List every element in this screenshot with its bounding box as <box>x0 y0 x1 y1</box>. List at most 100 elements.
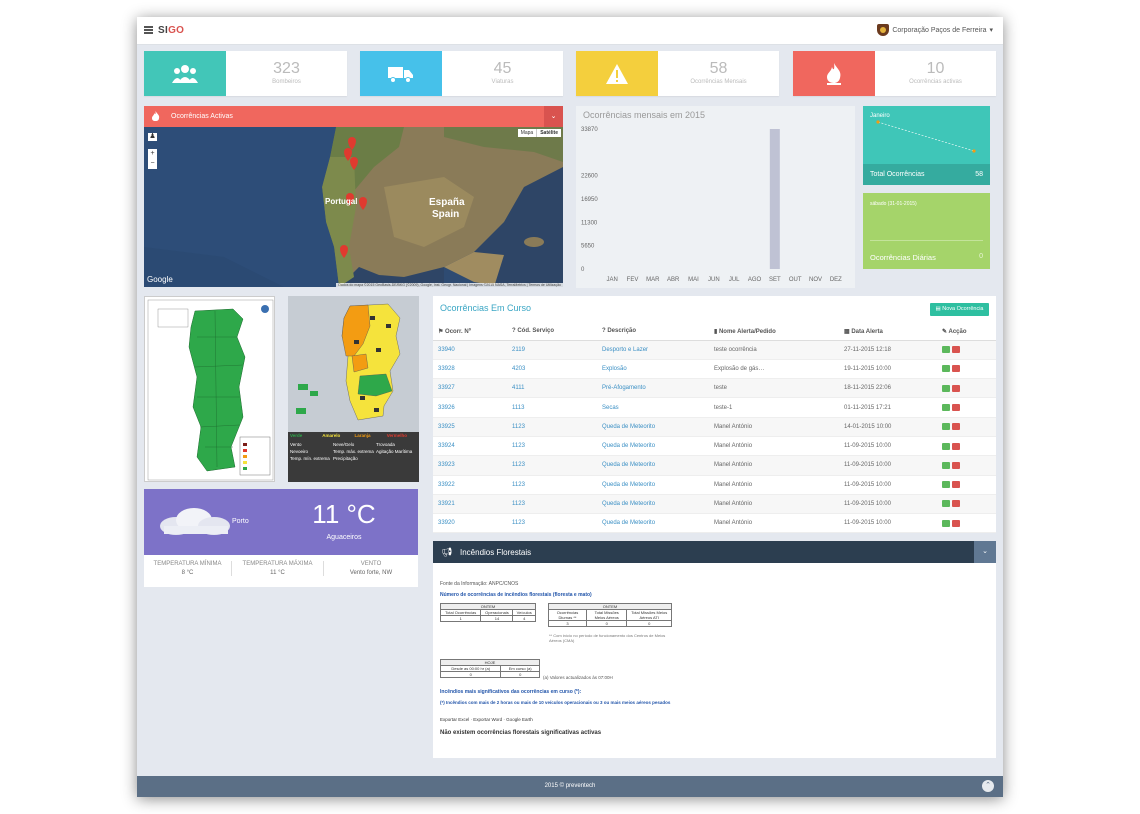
cell-cod[interactable]: 1113 <box>507 397 597 418</box>
map-pegman-icon[interactable]: ♟ <box>148 133 157 141</box>
delete-icon[interactable] <box>952 384 960 392</box>
cell-desc[interactable]: Queda de Meteorito <box>597 436 709 457</box>
table-row[interactable]: 33920 1123 Queda de Meteorito Manel António… <box>433 513 996 534</box>
collapse-map-button[interactable]: ⌄ <box>544 106 563 127</box>
cell-desc[interactable]: Secas <box>597 397 709 418</box>
col-descricao[interactable]: ? Descrição <box>597 323 709 341</box>
table-row[interactable]: 33924 1123 Queda de Meteorito Manel António… <box>433 436 996 457</box>
cell-n[interactable]: 33927 <box>433 378 507 399</box>
cell-cod[interactable]: 1123 <box>507 494 597 515</box>
cell-desc[interactable]: Queda de Meteorito <box>597 455 709 476</box>
table-row[interactable]: 33940 2119 Desporto e Lazer teste ocorrênci… <box>433 340 996 360</box>
col-cod-servico[interactable]: ? Cód. Serviço <box>507 323 597 341</box>
confirm-icon[interactable] <box>942 442 950 450</box>
satellite-map-image <box>144 127 563 287</box>
collapse-forest-fires-button[interactable]: ⌄ <box>974 541 996 563</box>
kpi-total-ocorrencias[interactable]: Janeiro Total Ocorrências 58 <box>863 106 990 185</box>
delete-icon[interactable] <box>952 365 960 373</box>
delete-icon[interactable] <box>952 346 960 354</box>
col-ocorr[interactable]: ⚑ Ocorr. Nº <box>433 323 507 341</box>
weather-wind-value: Vento forte, NW <box>349 570 393 576</box>
forest-fires-body: Fonte da Informação: ANPC/CNOS Número de… <box>433 563 996 758</box>
cell-n[interactable]: 33923 <box>433 455 507 476</box>
export-links[interactable]: Exportar Excel · Exportar Word · Google … <box>440 717 533 722</box>
cell-desc[interactable]: Desporto e Lazer <box>597 340 709 360</box>
weather-max: TEMPERATURA MÁXIMA 11 °C <box>232 561 324 576</box>
stat-card-ocorrencias-mensais[interactable]: 58 Ocorrências Mensais <box>576 51 779 96</box>
cell-desc[interactable]: Queda de Meteorito <box>597 417 709 437</box>
cell-desc[interactable]: Explosão <box>597 359 709 380</box>
significant-title: Incêndios mais significativos das ocorrê… <box>440 689 582 695</box>
cell-cod[interactable]: 1123 <box>507 417 597 437</box>
confirm-icon[interactable] <box>942 461 950 469</box>
confirm-icon[interactable] <box>942 500 950 508</box>
map-type-control: Mapa Satélite <box>517 129 561 137</box>
confirm-icon[interactable] <box>942 519 950 527</box>
kpi-ocorrencias-diarias[interactable]: sábado (31-01-2015) Ocorrências Diárias … <box>863 193 990 269</box>
menu-toggle-icon[interactable] <box>144 26 153 34</box>
satellite-map[interactable]: Portugal España Spain Mapa Satélite ♟ + … <box>144 127 563 287</box>
cell-cod[interactable]: 4111 <box>507 378 597 399</box>
weather-warnings-map[interactable]: Verde Amarelo Laranja Vermelho Vento Nev… <box>288 296 419 482</box>
cell-cod[interactable]: 1123 <box>507 436 597 457</box>
map-type-satellite-button[interactable]: Satélite <box>537 129 561 137</box>
cell-cod[interactable]: 1123 <box>507 455 597 476</box>
cell-desc[interactable]: Queda de Meteorito <box>597 513 709 534</box>
map-zoom-in-button[interactable]: + <box>148 149 157 159</box>
weather-widget: Porto 11 °C Aguaceiros <box>144 489 418 555</box>
table-row[interactable]: 33922 1123 Queda de Meteorito Manel António… <box>433 475 996 495</box>
cell-n[interactable]: 33921 <box>433 494 507 515</box>
delete-icon[interactable] <box>952 500 960 508</box>
delete-icon[interactable] <box>952 423 960 431</box>
cell-n[interactable]: 33920 <box>433 513 507 534</box>
stat-card-viaturas[interactable]: 45 Viaturas <box>360 51 563 96</box>
bar-set[interactable] <box>769 129 780 269</box>
cell-n[interactable]: 33922 <box>433 475 507 495</box>
table-row[interactable]: 33925 1123 Queda de Meteorito Manel António… <box>433 417 996 437</box>
cell-n[interactable]: 33925 <box>433 417 507 437</box>
x-tick-label: NOV <box>809 277 822 283</box>
confirm-icon[interactable] <box>942 365 950 373</box>
footer-text: 2015 © preventech <box>544 783 596 789</box>
cell-nome: teste-1 <box>709 397 839 418</box>
col-nome-alerta[interactable]: ▮ Nome Alerta/Pedido <box>709 323 839 341</box>
cell-desc[interactable]: Queda de Meteorito <box>597 494 709 515</box>
cell-cod[interactable]: 2119 <box>507 340 597 360</box>
cell-cod[interactable]: 1123 <box>507 475 597 495</box>
table-row[interactable]: 33927 4111 Pré-Afogamento teste 18-11-2015 2… <box>433 378 996 399</box>
cell-cod[interactable]: 4203 <box>507 359 597 380</box>
cell-desc[interactable]: Queda de Meteorito <box>597 475 709 495</box>
fire-risk-map[interactable] <box>144 296 275 482</box>
cell-desc[interactable]: Pré-Afogamento <box>597 378 709 399</box>
x-tick-label: ABR <box>667 277 680 283</box>
user-menu[interactable]: Corporação Paços de Ferreira ▾ <box>877 24 993 36</box>
confirm-icon[interactable] <box>942 384 950 392</box>
brand-logo[interactable]: SIGO <box>158 25 184 36</box>
confirm-icon[interactable] <box>942 346 950 354</box>
cell-n[interactable]: 33940 <box>433 340 507 360</box>
confirm-icon[interactable] <box>942 423 950 431</box>
confirm-icon[interactable] <box>942 481 950 489</box>
stat-card-ocorrencias-activas[interactable]: 10 Ocorrências activas <box>793 51 996 96</box>
cell-n[interactable]: 33928 <box>433 359 507 380</box>
delete-icon[interactable] <box>952 461 960 469</box>
table-row[interactable]: 33923 1123 Queda de Meteorito Manel António… <box>433 455 996 476</box>
map-zoom-out-button[interactable]: − <box>148 159 157 169</box>
col-data-alerta[interactable]: ▦ Data Alerta <box>839 323 937 341</box>
delete-icon[interactable] <box>952 481 960 489</box>
cell-cod[interactable]: 1123 <box>507 513 597 534</box>
delete-icon[interactable] <box>952 519 960 527</box>
table-row[interactable]: 33926 1113 Secas teste-1 01-11-2015 17:21 <box>433 397 996 418</box>
cell-n[interactable]: 33924 <box>433 436 507 457</box>
stat-card-bombeiros[interactable]: 323 Bombeiros <box>144 51 347 96</box>
table-row[interactable]: 33921 1123 Queda de Meteorito Manel António… <box>433 494 996 515</box>
scroll-to-top-icon[interactable]: ⌃ <box>982 780 994 792</box>
map-type-map-button[interactable]: Mapa <box>518 129 538 137</box>
table-row[interactable]: 33928 4203 Explosão Explosão de gás… 19-11-2… <box>433 359 996 380</box>
col-accao[interactable]: ✎ Acção <box>937 323 996 341</box>
delete-icon[interactable] <box>952 404 960 411</box>
new-occurrence-button[interactable]: ▤ Nova Ocorrência <box>930 303 989 316</box>
confirm-icon[interactable] <box>942 404 950 411</box>
delete-icon[interactable] <box>952 442 960 450</box>
cell-n[interactable]: 33926 <box>433 397 507 418</box>
